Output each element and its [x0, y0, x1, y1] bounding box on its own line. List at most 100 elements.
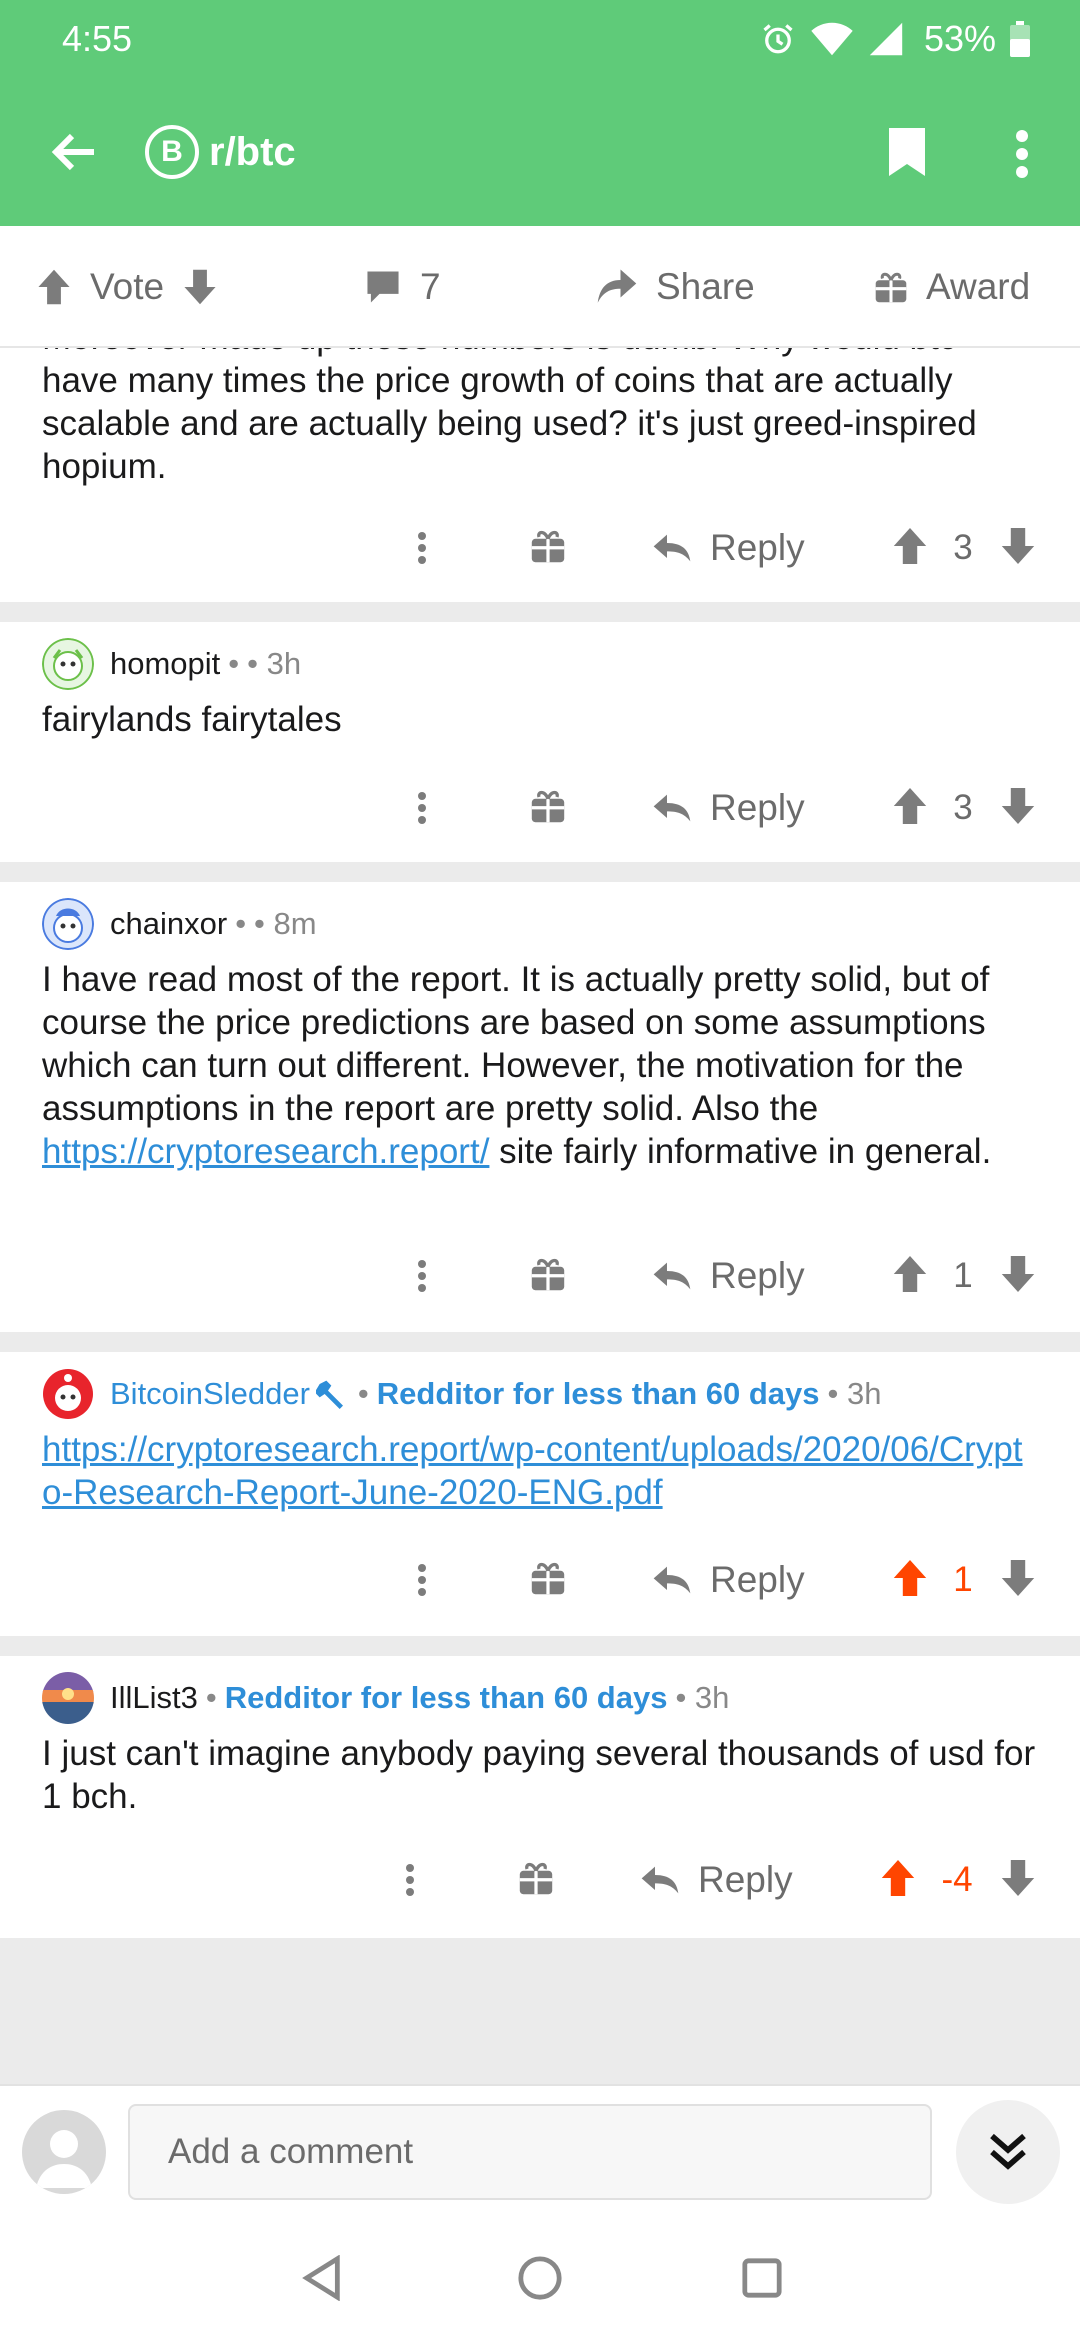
share-icon — [597, 269, 637, 303]
more-options-button[interactable] — [412, 518, 432, 578]
add-comment-bar — [0, 2084, 1080, 2216]
comment-body-cutoff-line: Moreover made up these numbers is dumb. … — [42, 348, 1040, 359]
gift-icon[interactable] — [518, 1860, 554, 1896]
circle-home-icon — [518, 2256, 562, 2300]
comment-link[interactable]: https://cryptoresearch.report/wp-content… — [42, 1430, 1023, 1512]
more-options-button[interactable] — [412, 1550, 432, 1610]
comment-card: Moreover made up these numbers is dumb. … — [0, 348, 1080, 602]
reply-button[interactable]: Reply — [652, 1246, 805, 1306]
back-arrow-icon — [51, 133, 94, 171]
gift-icon[interactable] — [530, 788, 566, 824]
comment-body-text: have many times the price growth of coin… — [42, 361, 977, 486]
more-options-button[interactable] — [412, 1246, 432, 1306]
bitcoin-icon: B — [145, 125, 199, 179]
avatar[interactable] — [42, 1672, 94, 1724]
reply-icon — [653, 534, 691, 562]
status-icons: 53% — [760, 18, 1030, 60]
meta-separator: • — [205, 1680, 217, 1715]
system-nav-bar — [0, 2216, 1080, 2340]
nav-back-button[interactable] — [294, 2250, 350, 2306]
reply-icon — [653, 1262, 691, 1290]
comment-body: Moreover made up these numbers is dumb. … — [42, 348, 1040, 488]
more-vertical-icon — [1016, 130, 1028, 178]
downvote-icon[interactable] — [1000, 786, 1036, 826]
chevron-double-down-icon — [990, 2133, 1026, 2170]
reply-label: Reply — [698, 1859, 793, 1900]
comment-meta: IllList3 • Redditor for less than 60 day… — [42, 1672, 729, 1724]
downvote-icon[interactable] — [1000, 1254, 1036, 1294]
avatar[interactable] — [42, 1368, 94, 1420]
comment-body: I have read most of the report. It is ac… — [42, 958, 1040, 1173]
user-flair: Redditor for less than 60 days — [224, 1680, 668, 1715]
alarm-icon — [763, 24, 793, 54]
upvote-icon[interactable] — [892, 526, 928, 566]
upvote-icon[interactable] — [892, 1558, 928, 1598]
gift-icon[interactable] — [530, 1256, 566, 1292]
more-options-button[interactable] — [412, 778, 432, 838]
reply-label: Reply — [710, 1255, 805, 1296]
meta-separator: • — [235, 906, 247, 941]
upvote-icon[interactable] — [36, 268, 72, 306]
comment-card: chainxor • • 8m I have read most of the … — [0, 882, 1080, 1332]
meta-separator: • — [228, 646, 240, 681]
reply-icon — [641, 1866, 679, 1894]
upvote-icon[interactable] — [880, 1858, 916, 1898]
award-label: Award — [926, 266, 1031, 307]
reply-label: Reply — [710, 1559, 805, 1600]
comment-author[interactable]: IllList3 — [110, 1680, 198, 1716]
comment-score: 1 — [953, 1256, 973, 1295]
reply-label: Reply — [710, 527, 805, 568]
reply-button[interactable]: Reply — [652, 518, 805, 578]
comment-meta: chainxor • • 8m — [42, 898, 317, 950]
downvote-icon[interactable] — [1000, 1558, 1036, 1598]
bookmark-button[interactable] — [885, 124, 935, 184]
gift-icon[interactable] — [530, 1560, 566, 1596]
more-vertical-icon — [418, 532, 426, 564]
subreddit-chip[interactable]: B r/btc — [145, 122, 296, 182]
reply-icon — [653, 1566, 691, 1594]
reply-button[interactable]: Reply — [640, 1850, 793, 1910]
wrench-icon — [315, 1380, 343, 1409]
status-bar: 4:55 53% — [0, 0, 1080, 80]
comment-score: 1 — [953, 1560, 973, 1599]
comment-actions: Reply 1 — [0, 1246, 1080, 1306]
more-options-button[interactable] — [400, 1850, 420, 1910]
comment-author[interactable]: chainxor — [110, 906, 227, 942]
comments-button[interactable]: 7 — [364, 226, 441, 348]
downvote-icon[interactable] — [1000, 526, 1036, 566]
user-flair: Redditor for less than 60 days — [376, 1376, 820, 1411]
gift-icon[interactable] — [530, 528, 566, 564]
comment-author[interactable]: homopit — [110, 646, 220, 682]
comment-author[interactable]: BitcoinSledder — [110, 1376, 310, 1412]
avatar[interactable] — [42, 898, 94, 950]
comment-body: fairylands fairytales — [42, 700, 342, 739]
comment-score: 3 — [953, 528, 973, 567]
reply-button[interactable]: Reply — [652, 778, 805, 838]
status-time: 4:55 — [62, 18, 133, 59]
downvote-icon[interactable] — [182, 268, 218, 306]
back-button[interactable] — [44, 122, 104, 182]
nav-recents-button[interactable] — [734, 2250, 790, 2306]
more-vertical-icon — [418, 1260, 426, 1292]
avatar[interactable] — [22, 2110, 106, 2194]
post-action-bar: Vote 7 Share Award — [0, 226, 1080, 348]
reply-button[interactable]: Reply — [652, 1550, 805, 1610]
award-button[interactable]: Award — [874, 226, 1030, 348]
comment-input[interactable] — [128, 2104, 932, 2200]
comment-score: -4 — [941, 1860, 973, 1899]
comment-actions: Reply 1 — [0, 1550, 1080, 1610]
vote-group: Vote — [36, 226, 218, 348]
collapse-button[interactable] — [956, 2100, 1060, 2204]
downvote-icon[interactable] — [1000, 1858, 1036, 1898]
battery-percent: 53% — [923, 18, 996, 59]
upvote-icon[interactable] — [892, 1254, 928, 1294]
signal-icon — [869, 22, 903, 56]
share-button[interactable]: Share — [596, 226, 755, 348]
avatar[interactable] — [42, 638, 94, 690]
upvote-icon[interactable] — [892, 786, 928, 826]
app-bar: 4:55 53% B r/btc — [0, 0, 1080, 226]
comment-age: • 3h — [827, 1376, 882, 1411]
more-options-button[interactable] — [1000, 122, 1044, 186]
nav-home-button[interactable] — [512, 2250, 568, 2306]
comment-link[interactable]: https://cryptoresearch.report/ — [42, 1132, 489, 1171]
